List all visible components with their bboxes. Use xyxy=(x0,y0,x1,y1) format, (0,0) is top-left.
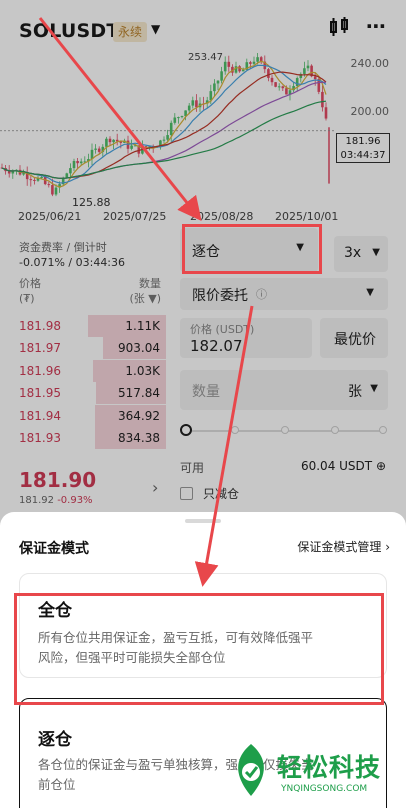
watermark-text: 轻松科技 xyxy=(277,753,382,782)
watermark-logo-icon xyxy=(238,744,264,796)
app-screen: SOLUSDT 永续 ▼ ⋯ 240.00 200.00 253.47 125.… xyxy=(0,0,406,808)
watermark: 轻松科技 YNQINGSONG.COM xyxy=(225,740,403,806)
watermark-url: YNQINGSONG.COM xyxy=(281,784,368,794)
